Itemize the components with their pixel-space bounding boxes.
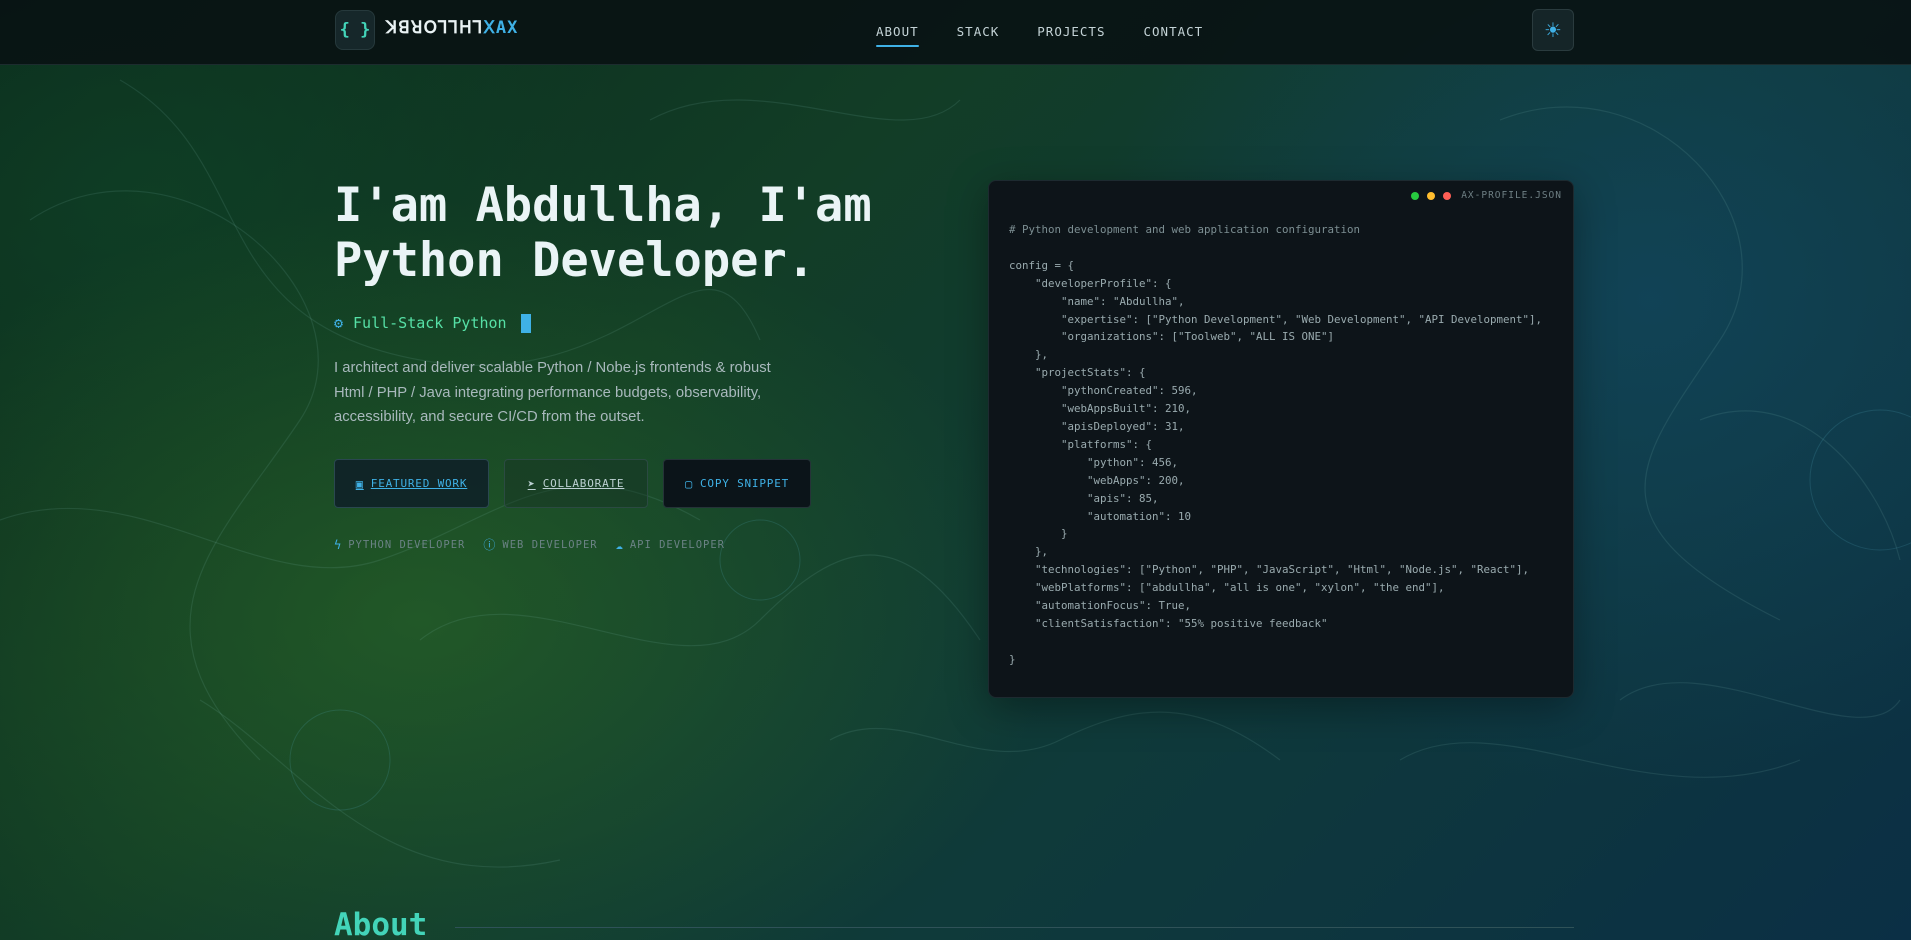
- tag-api-label: API DEVELOPER: [629, 538, 726, 551]
- red-dot-icon: [1443, 191, 1452, 200]
- info-circle-icon: ⓘ: [483, 538, 497, 552]
- code-filename: AX-PROFILE.JSON: [1461, 190, 1562, 201]
- nav-contact[interactable]: CONTACT: [1144, 24, 1204, 47]
- lightning-icon: ϟ: [334, 537, 343, 552]
- sun-icon: ☀: [1544, 18, 1562, 42]
- role-tags: ϟ PYTHON DEVELOPER ⓘ WEB DEVELOPER ☁ API…: [334, 536, 725, 553]
- collaborate-label: COLLABORATE: [542, 477, 625, 490]
- copy-snippet-button[interactable]: ▢ COPY SNIPPET: [663, 459, 811, 508]
- yellow-dot-icon: [1427, 191, 1436, 200]
- hero-title-line1: I'am Abdullha, I'am: [334, 178, 872, 233]
- featured-work-label: FEATURED WORK: [370, 477, 468, 490]
- nav-projects[interactable]: PROJECTS: [1037, 24, 1105, 47]
- hero-title-line2: Python Developer.: [334, 233, 816, 288]
- copy-snippet-label: COPY SNIPPET: [699, 477, 790, 490]
- logo-suffix: ꓫAX: [483, 18, 519, 38]
- tag-web: ⓘ WEB DEVELOPER: [483, 536, 597, 553]
- hero-title: I'am Abdullha, I'am Python Developer.: [334, 178, 894, 288]
- hero-background: [0, 0, 1911, 940]
- tag-python: ϟ PYTHON DEVELOPER: [334, 536, 465, 553]
- code-comment: # Python development and web application…: [1009, 223, 1361, 236]
- nav-about[interactable]: ABOUT: [876, 24, 919, 47]
- green-dot-icon: [1411, 191, 1420, 200]
- bookmark-icon: ▣: [355, 476, 364, 491]
- featured-work-button[interactable]: ▣ FEATURED WORK: [334, 459, 489, 508]
- theme-toggle-button[interactable]: ☀: [1532, 9, 1574, 51]
- subtitle-text: Full-Stack Python: [353, 314, 507, 332]
- clipboard-icon: ▢: [684, 476, 693, 491]
- code-body: config = { "developerProfile": { "name":…: [1009, 258, 1543, 666]
- typing-cursor: [520, 313, 531, 333]
- main-nav: ABOUT STACK PROJECTS CONTACT: [876, 24, 1241, 47]
- tag-api: ☁ API DEVELOPER: [616, 536, 725, 553]
- code-card: AX-PROFILE.JSON # Python development and…: [988, 180, 1574, 698]
- code-card-header: AX-PROFILE.JSON: [1411, 190, 1562, 201]
- send-icon: ➤: [527, 476, 536, 491]
- nav-stack[interactable]: STACK: [957, 24, 1000, 47]
- cpu-chip-icon: ⚙: [334, 314, 344, 332]
- code-block: # Python development and web application…: [1009, 221, 1542, 669]
- tag-web-label: WEB DEVELOPER: [502, 538, 598, 551]
- top-navbar: { } ꓘꓭꓤꓳꓶꓶꓧꓶꓫAX ABOUT STACK PROJECTS CON…: [0, 0, 1911, 65]
- background-swirls: [0, 79, 1911, 868]
- about-section-title: About: [334, 907, 428, 940]
- tag-python-label: PYTHON DEVELOPER: [348, 538, 466, 551]
- logo-name: ꓘꓭꓤꓳꓶꓶꓧꓶ: [386, 18, 484, 38]
- logo-wordmark[interactable]: ꓘꓭꓤꓳꓶꓶꓧꓶꓫAX: [386, 18, 518, 42]
- hero-subtitle: ⚙ Full-Stack Python: [334, 313, 531, 333]
- cloud-icon: ☁: [615, 537, 624, 552]
- collaborate-button[interactable]: ➤ COLLABORATE: [504, 459, 648, 508]
- about-divider: [455, 927, 1574, 928]
- hero-description: I architect and deliver scalable Python …: [334, 360, 771, 425]
- logo-icon[interactable]: { }: [335, 10, 375, 50]
